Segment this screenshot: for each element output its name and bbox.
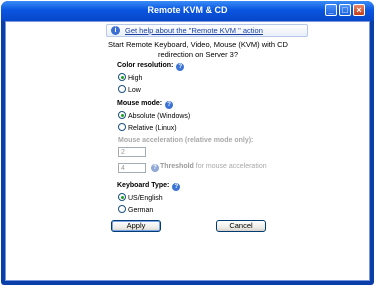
intro-text: Start Remote Keyboard, Video, Mouse (KVM… [108, 40, 288, 59]
help-icon[interactable]: ? [176, 63, 185, 71]
radio-checked-icon[interactable] [118, 193, 126, 201]
mouse-acceleration-label: Mouse acceleration (relative mode only): [118, 137, 254, 144]
mouse-mode-label: Mouse mode:? [117, 100, 174, 109]
help-icon[interactable]: ? [172, 183, 181, 191]
mouse-mode-relative-option[interactable]: Relative (Linux) [118, 123, 177, 132]
close-icon[interactable]: × [353, 4, 365, 16]
help-banner: i Get help about the "Remote KVM " actio… [106, 24, 308, 37]
keyboard-type-label: Keyboard Type:? [117, 182, 181, 191]
minimize-icon[interactable]: _ [325, 4, 337, 16]
color-resolution-high-option[interactable]: High [118, 73, 142, 82]
radio-unchecked-icon[interactable] [118, 85, 126, 93]
title-bar[interactable]: Remote KVM & CD _ □ × [1, 1, 374, 21]
apply-button[interactable]: Apply [111, 220, 161, 232]
threshold-label: ? Threshold for mouse acceleration [151, 163, 267, 172]
info-icon: i [111, 26, 120, 35]
radio-checked-icon[interactable] [118, 73, 126, 81]
radio-unchecked-icon[interactable] [118, 205, 126, 213]
maximize-icon[interactable]: □ [339, 4, 351, 16]
keyboard-german-option[interactable]: German [118, 205, 153, 214]
threshold-input[interactable]: 4 [118, 163, 146, 173]
help-icon[interactable]: ? [151, 164, 159, 172]
color-resolution-label: Color resolution:? [117, 62, 185, 71]
cancel-button[interactable]: Cancel [216, 220, 266, 232]
radio-unchecked-icon[interactable] [118, 123, 126, 131]
help-icon[interactable]: ? [165, 101, 174, 109]
color-resolution-low-option[interactable]: Low [118, 85, 141, 94]
mouse-acceleration-input[interactable]: 2 [118, 147, 146, 157]
help-link[interactable]: Get help about the "Remote KVM " action [125, 25, 263, 36]
dialog-window: Remote KVM & CD _ □ × i Get help about t… [1, 1, 374, 285]
radio-checked-icon[interactable] [118, 111, 126, 119]
mouse-mode-absolute-option[interactable]: Absolute (Windows) [118, 111, 190, 120]
dialog-content: i Get help about the "Remote KVM " actio… [5, 21, 370, 281]
window-title: Remote KVM & CD [147, 5, 228, 15]
keyboard-us-english-option[interactable]: US/English [118, 193, 163, 202]
